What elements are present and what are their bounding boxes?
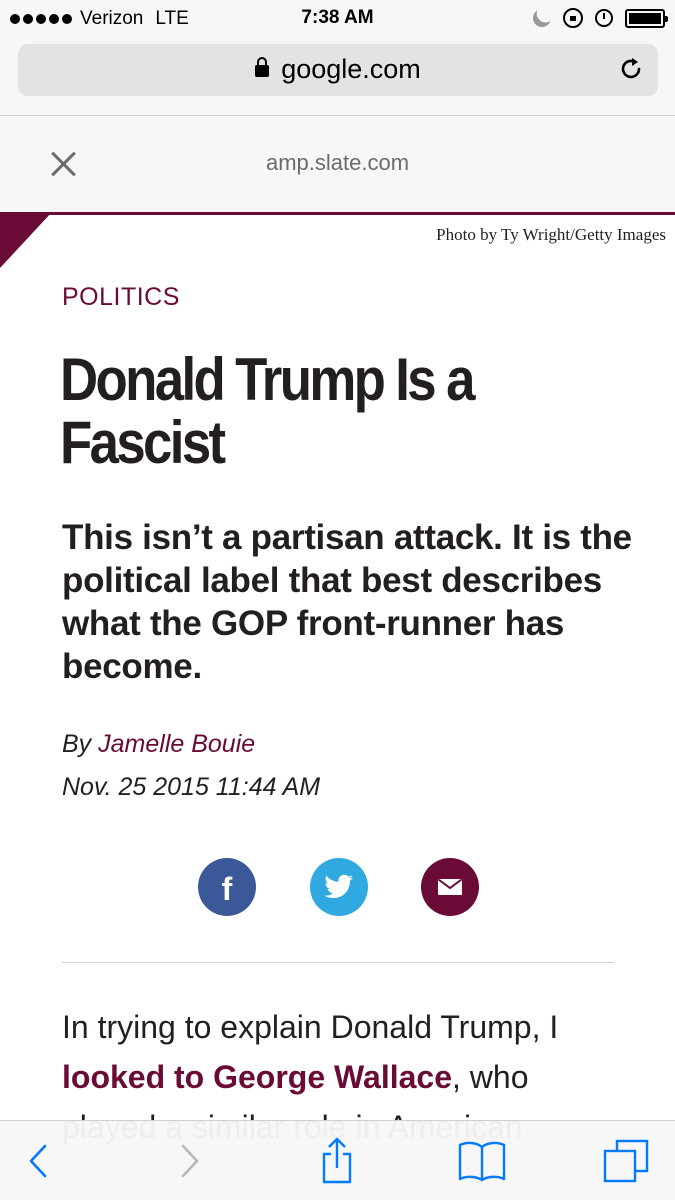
share-button[interactable] — [311, 1135, 363, 1187]
address-bar[interactable]: google.com — [18, 44, 658, 96]
header-rule — [0, 212, 675, 215]
share-twitter-button[interactable] — [310, 858, 368, 916]
forward-button[interactable] — [164, 1135, 216, 1187]
do-not-disturb-icon — [530, 6, 553, 29]
safari-toolbar — [0, 1120, 675, 1200]
share-email-button[interactable] — [421, 858, 479, 916]
reload-icon[interactable] — [618, 56, 644, 82]
corner-accent — [0, 212, 52, 268]
facebook-icon: f — [221, 870, 233, 907]
battery-icon — [625, 8, 668, 28]
forward-icon — [181, 1144, 199, 1178]
section-label[interactable]: POLITICS — [62, 283, 180, 312]
body-intro: In trying to explain Donald Trump, I — [62, 1009, 559, 1045]
byline: By Jamelle Bouie — [62, 730, 255, 759]
alarm-icon — [595, 9, 613, 27]
amp-source-domain: amp.slate.com — [265, 150, 410, 175]
email-icon — [437, 878, 463, 895]
rotation-lock-icon — [563, 8, 583, 28]
back-button[interactable] — [12, 1135, 64, 1187]
status-right — [530, 6, 668, 29]
body-after: , who — [452, 1059, 529, 1095]
amp-viewer-header: amp.slate.com — [0, 117, 675, 212]
publish-date: Nov. 25 2015 11:44 AM — [62, 773, 321, 801]
url-text: google.com — [281, 54, 421, 84]
article-headline: Donald Trump Is a Fascist — [60, 346, 475, 476]
divider — [62, 962, 614, 963]
back-icon — [29, 1144, 47, 1178]
twitter-icon — [324, 874, 353, 899]
article-dek: This isn’t a partisan attack. It is the … — [62, 518, 632, 686]
photo-credit: Photo by Ty Wright/Getty Images — [436, 225, 666, 244]
share-facebook-button[interactable]: f — [198, 858, 256, 916]
lock-icon — [255, 57, 270, 77]
status-bar: Verizon LTE 7:38 AM — [0, 0, 675, 38]
bookmarks-icon — [458, 1141, 506, 1182]
byline-prefix: By — [62, 730, 92, 758]
share-icon — [322, 1137, 352, 1184]
tabs-button[interactable] — [600, 1135, 652, 1187]
address-text-row: google.com — [18, 54, 658, 85]
bookmarks-button[interactable] — [456, 1135, 508, 1187]
author-link[interactable]: Jamelle Bouie — [98, 730, 255, 758]
body-link[interactable]: looked to George Wallace — [62, 1059, 452, 1095]
browser-address-area: google.com — [0, 38, 675, 116]
tabs-icon — [603, 1139, 649, 1183]
